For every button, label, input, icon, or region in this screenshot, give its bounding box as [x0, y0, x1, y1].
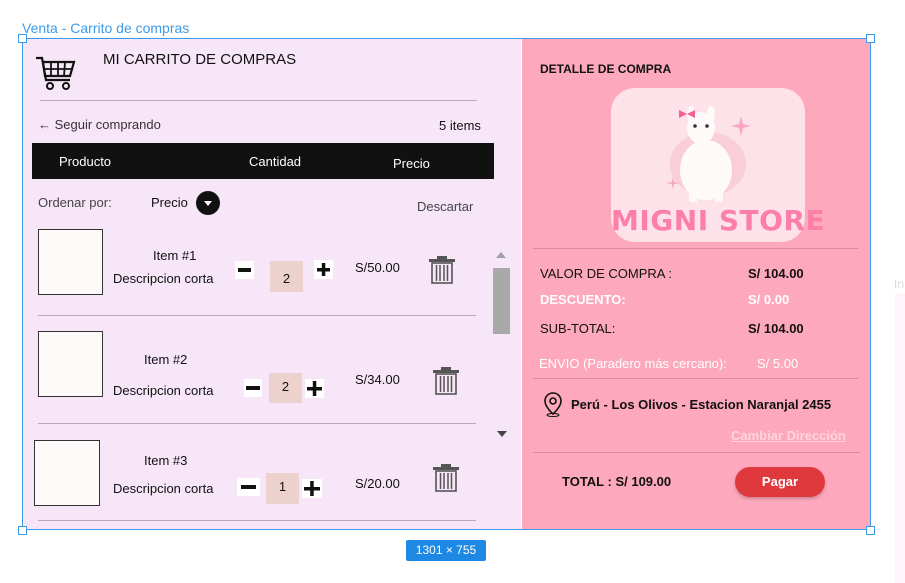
resize-handle[interactable] [866, 34, 875, 43]
frame-selection-outline [22, 38, 871, 530]
frame-dimensions-badge: 1301 × 755 [406, 540, 486, 561]
resize-handle[interactable] [18, 526, 27, 535]
frame-label[interactable]: Venta - Carrito de compras [22, 20, 189, 36]
adjacent-frame-label[interactable]: In [894, 277, 904, 291]
adjacent-frame [895, 293, 905, 583]
resize-handle[interactable] [866, 526, 875, 535]
resize-handle[interactable] [18, 34, 27, 43]
